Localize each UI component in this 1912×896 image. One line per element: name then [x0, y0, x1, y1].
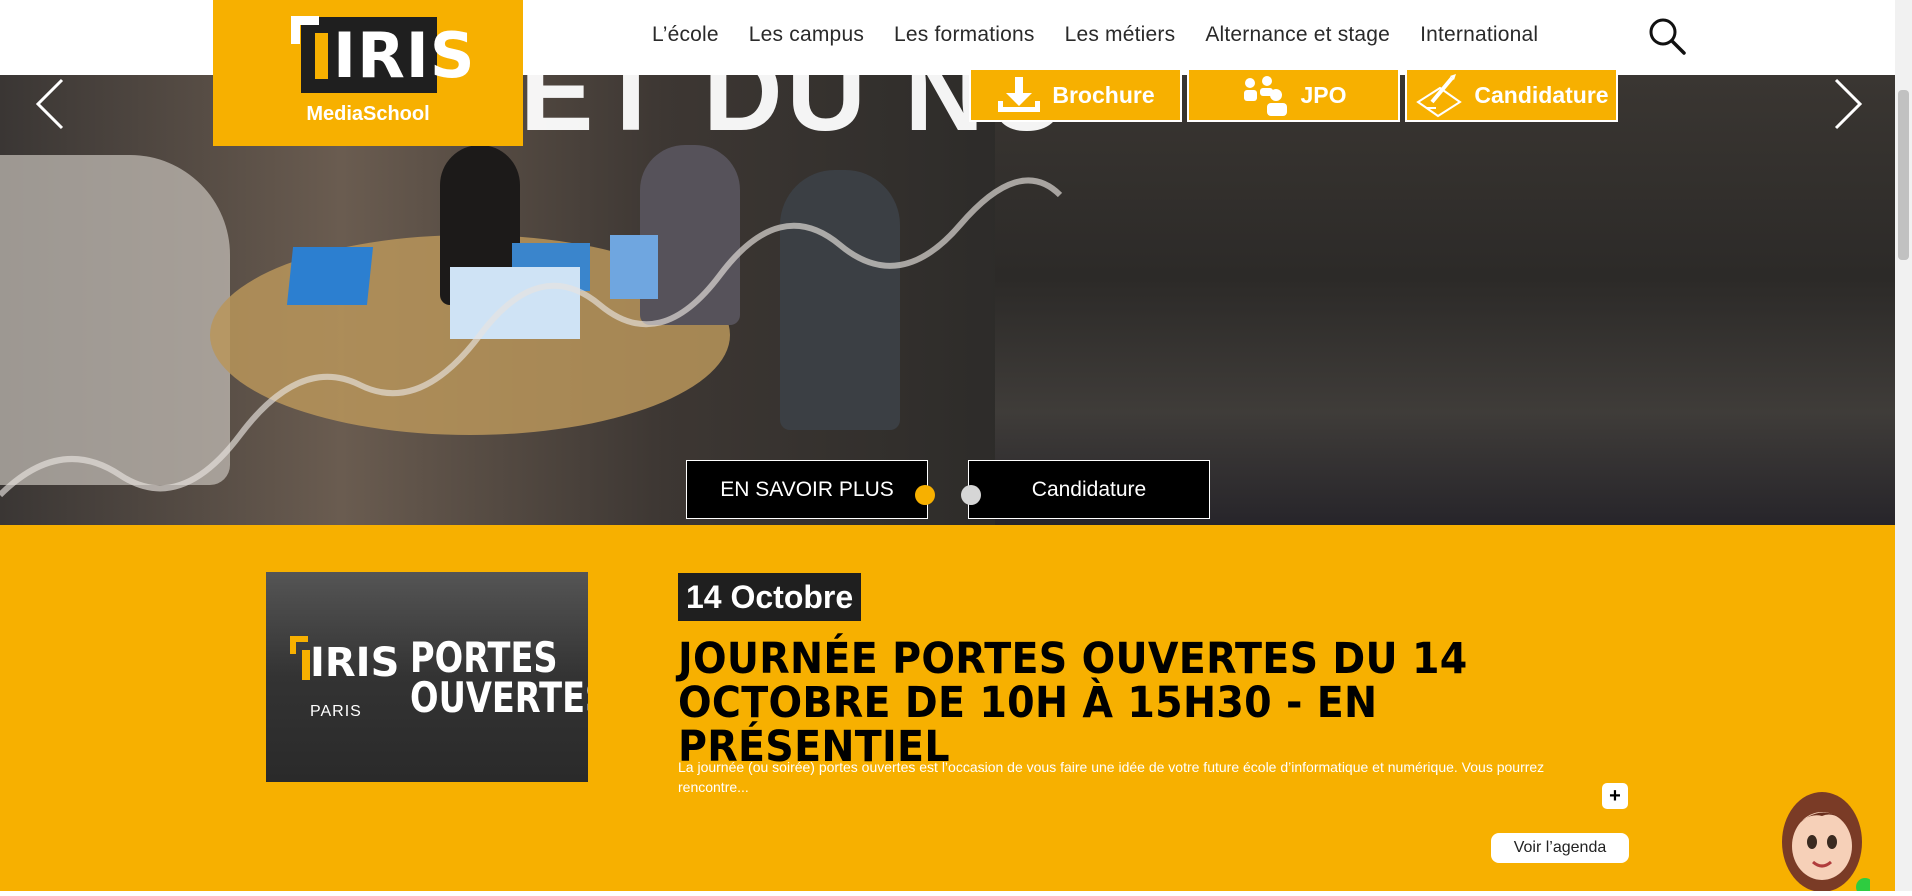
voir-agenda-button[interactable]: Voir l’agenda [1491, 833, 1629, 863]
download-icon [998, 77, 1041, 112]
carousel-dot[interactable] [961, 485, 981, 505]
expand-button[interactable]: + [1602, 783, 1628, 809]
candidature-cta-label: Candidature [1474, 81, 1609, 108]
thumbnail-title-line1: PORTES [410, 633, 558, 682]
pen-sign-icon [1416, 74, 1463, 118]
nav-item-international[interactable]: International [1420, 23, 1538, 47]
thumbnail-logo-bar [302, 650, 310, 680]
en-savoir-plus-button[interactable]: EN SAVOIR PLUS [686, 460, 928, 519]
iris-logo[interactable]: IRIS MediaSchool [213, 0, 523, 146]
jpo-label: JPO [1300, 81, 1347, 108]
chevron-right-icon[interactable] [1828, 76, 1868, 132]
scrollbar-thumb[interactable] [1898, 90, 1909, 260]
thumbnail-title: PORTES OUVERTES [410, 633, 588, 722]
nav-item-campus[interactable]: Les campus [749, 23, 864, 47]
jpo-button[interactable]: JPO [1187, 68, 1400, 122]
logo-mark: IRIS [291, 16, 475, 93]
carousel-dot-active[interactable] [915, 485, 935, 505]
candidature-button[interactable]: Candidature [968, 460, 1210, 519]
event-date-badge: 14 Octobre [678, 573, 862, 621]
logo-text: IRIS [333, 19, 476, 92]
event-title[interactable]: JOURNÉE PORTES OUVERTES DU 14 OCTOBRE DE… [678, 637, 1543, 769]
chevron-left-icon[interactable] [30, 76, 70, 132]
chatbot-avatar[interactable] [1775, 790, 1874, 896]
thumbnail-title-line2: OUVERTES [410, 673, 588, 722]
thumbnail-logo-text: IRIS [310, 640, 400, 686]
nav-item-metiers[interactable]: Les métiers [1065, 23, 1176, 47]
candidature-cta-button[interactable]: Candidature [1405, 68, 1618, 122]
main-nav: L’école Les campus Les formations Les mé… [652, 0, 1568, 70]
nav-item-alternance[interactable]: Alternance et stage [1205, 23, 1390, 47]
event-thumbnail[interactable]: IRIS PARIS PORTES OUVERTES [266, 572, 588, 782]
brochure-label: Brochure [1052, 81, 1155, 108]
event-description: La journée (ou soirée) portes ouvertes e… [678, 759, 1545, 795]
thumbnail-city: PARIS [310, 703, 362, 720]
logo-bar [315, 33, 328, 79]
logo-subtitle: MediaSchool [306, 103, 430, 125]
people-icon [1244, 76, 1288, 116]
nav-item-ecole[interactable]: L’école [652, 23, 719, 47]
brochure-button[interactable]: Brochure [969, 68, 1182, 122]
search-icon[interactable] [1647, 16, 1687, 56]
nav-item-formations[interactable]: Les formations [894, 23, 1035, 47]
